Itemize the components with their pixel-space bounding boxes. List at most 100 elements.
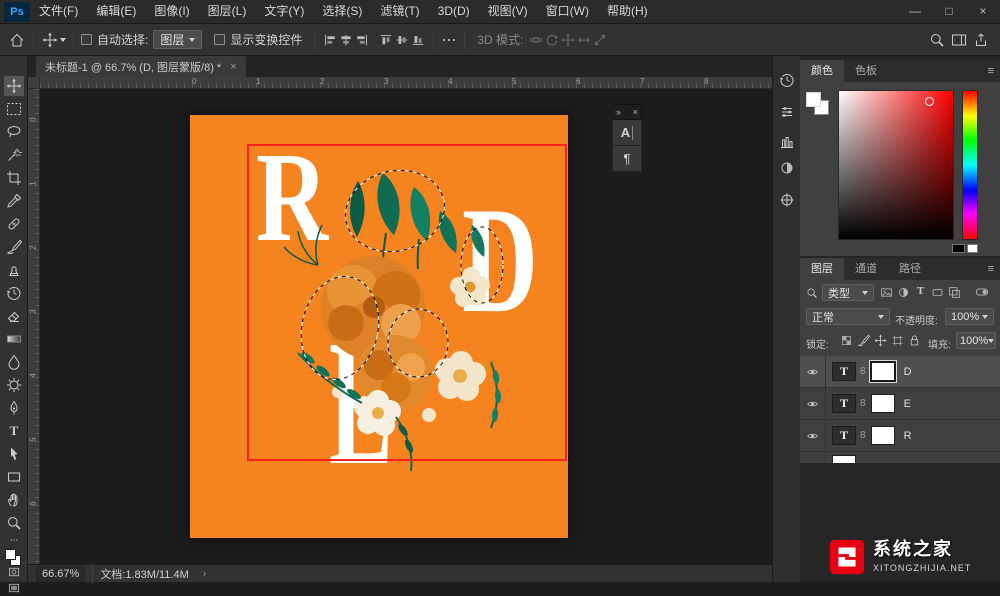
- tool-rect-marquee[interactable]: [4, 99, 24, 119]
- tab-channels[interactable]: 通道: [844, 258, 888, 280]
- align-center-icon[interactable]: [338, 32, 354, 48]
- 3d-scale-icon[interactable]: [592, 32, 608, 48]
- tool-brush[interactable]: [4, 237, 24, 257]
- foreground-color-swatch[interactable]: [806, 92, 821, 107]
- panel-menu-icon[interactable]: ≡: [988, 60, 994, 82]
- 3d-orbit-icon[interactable]: [528, 32, 544, 48]
- tool-type[interactable]: T: [4, 421, 24, 441]
- layer-name[interactable]: R: [904, 430, 912, 442]
- color-cursor[interactable]: [925, 97, 934, 106]
- screen-mode-icon[interactable]: [4, 580, 24, 596]
- lock-transparency-icon[interactable]: [840, 334, 853, 347]
- close-icon[interactable]: ×: [633, 107, 638, 117]
- tab-paths[interactable]: 路径: [888, 258, 932, 280]
- eye-icon[interactable]: [805, 398, 820, 410]
- layer-row-partial[interactable]: ⋯: [800, 452, 1000, 463]
- auto-select-checkbox[interactable]: [81, 34, 92, 45]
- tool-lasso[interactable]: [4, 122, 24, 142]
- menu-help[interactable]: 帮助(H): [598, 0, 657, 23]
- layer-visibility-cell[interactable]: [800, 420, 826, 451]
- align-right-icon[interactable]: [354, 32, 370, 48]
- black-swatch[interactable]: [952, 244, 965, 253]
- floating-panel-header[interactable]: » ×: [612, 104, 642, 120]
- text-layer-thumbnail[interactable]: T: [832, 362, 856, 381]
- tool-crop[interactable]: [4, 168, 24, 188]
- 3d-slide-icon[interactable]: [576, 32, 592, 48]
- tool-eyedropper[interactable]: [4, 191, 24, 211]
- vertical-ruler[interactable]: 0 1 2 3 4 5 6: [28, 89, 40, 564]
- tool-hand[interactable]: [4, 490, 24, 510]
- tool-dodge[interactable]: [4, 375, 24, 395]
- character-panel-button[interactable]: A: [612, 120, 642, 146]
- clone-source-panel-icon[interactable]: [777, 190, 797, 210]
- menu-select[interactable]: 选择(S): [313, 0, 371, 23]
- align-left-icon[interactable]: [322, 32, 338, 48]
- text-layer-thumbnail[interactable]: T: [832, 394, 856, 413]
- menu-3d[interactable]: 3D(D): [429, 0, 479, 23]
- layer-row-e[interactable]: T 8 E: [800, 388, 1000, 420]
- tool-spot-heal[interactable]: [4, 214, 24, 234]
- fill-dropdown[interactable]: 100%: [956, 332, 996, 349]
- filter-adjustment-layers-icon[interactable]: [897, 286, 910, 299]
- menu-image[interactable]: 图像(I): [145, 0, 198, 23]
- edit-toolbar-icon[interactable]: [4, 534, 24, 546]
- status-chevron-icon[interactable]: ›: [203, 568, 207, 580]
- tool-eraser[interactable]: [4, 306, 24, 326]
- minimize-icon[interactable]: —: [898, 0, 932, 23]
- horizontal-ruler[interactable]: 0 1 2 3 4 5 6 7 8: [40, 77, 772, 89]
- tool-shape[interactable]: [4, 467, 24, 487]
- home-icon[interactable]: [8, 31, 26, 49]
- tab-layers[interactable]: 图层: [800, 258, 844, 280]
- canvas-artwork[interactable]: R D E: [190, 115, 568, 538]
- tool-gradient[interactable]: [4, 329, 24, 349]
- filter-shape-layers-icon[interactable]: [931, 286, 944, 299]
- layer-name[interactable]: E: [904, 398, 911, 410]
- layer-mask-thumbnail[interactable]: [870, 394, 895, 413]
- distribute-bottom-icon[interactable]: [410, 32, 426, 48]
- text-layer-thumbnail[interactable]: T: [832, 426, 856, 445]
- document-tab[interactable]: 未标题-1 @ 66.7% (D, 图层蒙版/8) * ×: [36, 56, 246, 77]
- 3d-pan-icon[interactable]: [560, 32, 576, 48]
- libraries-panel-icon[interactable]: [777, 132, 797, 152]
- menu-filter[interactable]: 滤镜(T): [371, 0, 428, 23]
- color-saturation-field[interactable]: [838, 90, 954, 240]
- tool-blur[interactable]: [4, 352, 24, 372]
- blend-mode-dropdown[interactable]: 正常: [806, 308, 890, 325]
- distribute-middle-icon[interactable]: [394, 32, 410, 48]
- layer-filter-type-dropdown[interactable]: 类型: [822, 284, 874, 301]
- layer-row-r[interactable]: T 8 R: [800, 420, 1000, 452]
- layer-visibility-cell[interactable]: [800, 452, 826, 463]
- layer-name[interactable]: D: [904, 366, 912, 378]
- workspace-icon[interactable]: [950, 31, 968, 49]
- share-icon[interactable]: [972, 31, 990, 49]
- filter-smart-objects-icon[interactable]: [948, 286, 961, 299]
- menu-type[interactable]: 文字(Y): [255, 0, 313, 23]
- move-tool-icon[interactable]: [41, 31, 59, 49]
- layer-row-d[interactable]: T 8 D: [800, 356, 1000, 388]
- zoom-level-field[interactable]: 66.67%: [36, 565, 86, 582]
- menu-view[interactable]: 视图(V): [479, 0, 537, 23]
- close-tab-icon[interactable]: ×: [230, 61, 236, 73]
- menu-window[interactable]: 窗口(W): [537, 0, 598, 23]
- layer-mask-thumbnail[interactable]: [870, 362, 895, 381]
- close-icon[interactable]: ×: [966, 0, 1000, 23]
- eye-icon[interactable]: [805, 366, 820, 378]
- lock-all-icon[interactable]: [908, 334, 921, 347]
- tool-pen[interactable]: [4, 398, 24, 418]
- filter-type-layers-icon[interactable]: T: [914, 285, 927, 298]
- 3d-roll-icon[interactable]: [544, 32, 560, 48]
- maximize-icon[interactable]: □: [932, 0, 966, 23]
- search-icon[interactable]: [928, 31, 946, 49]
- ruler-origin-corner[interactable]: [28, 77, 40, 89]
- menu-file[interactable]: 文件(F): [30, 0, 87, 23]
- tab-swatches[interactable]: 色板: [844, 60, 888, 82]
- properties-panel-icon[interactable]: [777, 102, 797, 122]
- tab-color[interactable]: 颜色: [800, 60, 844, 82]
- lock-position-icon[interactable]: [874, 334, 887, 347]
- menu-edit[interactable]: 编辑(E): [87, 0, 145, 23]
- more-options-icon[interactable]: [441, 32, 457, 48]
- distribute-top-icon[interactable]: [378, 32, 394, 48]
- filter-toggle-icon[interactable]: [972, 285, 992, 299]
- layer-mask-thumbnail[interactable]: [870, 426, 895, 445]
- lock-pixels-icon[interactable]: [857, 334, 870, 347]
